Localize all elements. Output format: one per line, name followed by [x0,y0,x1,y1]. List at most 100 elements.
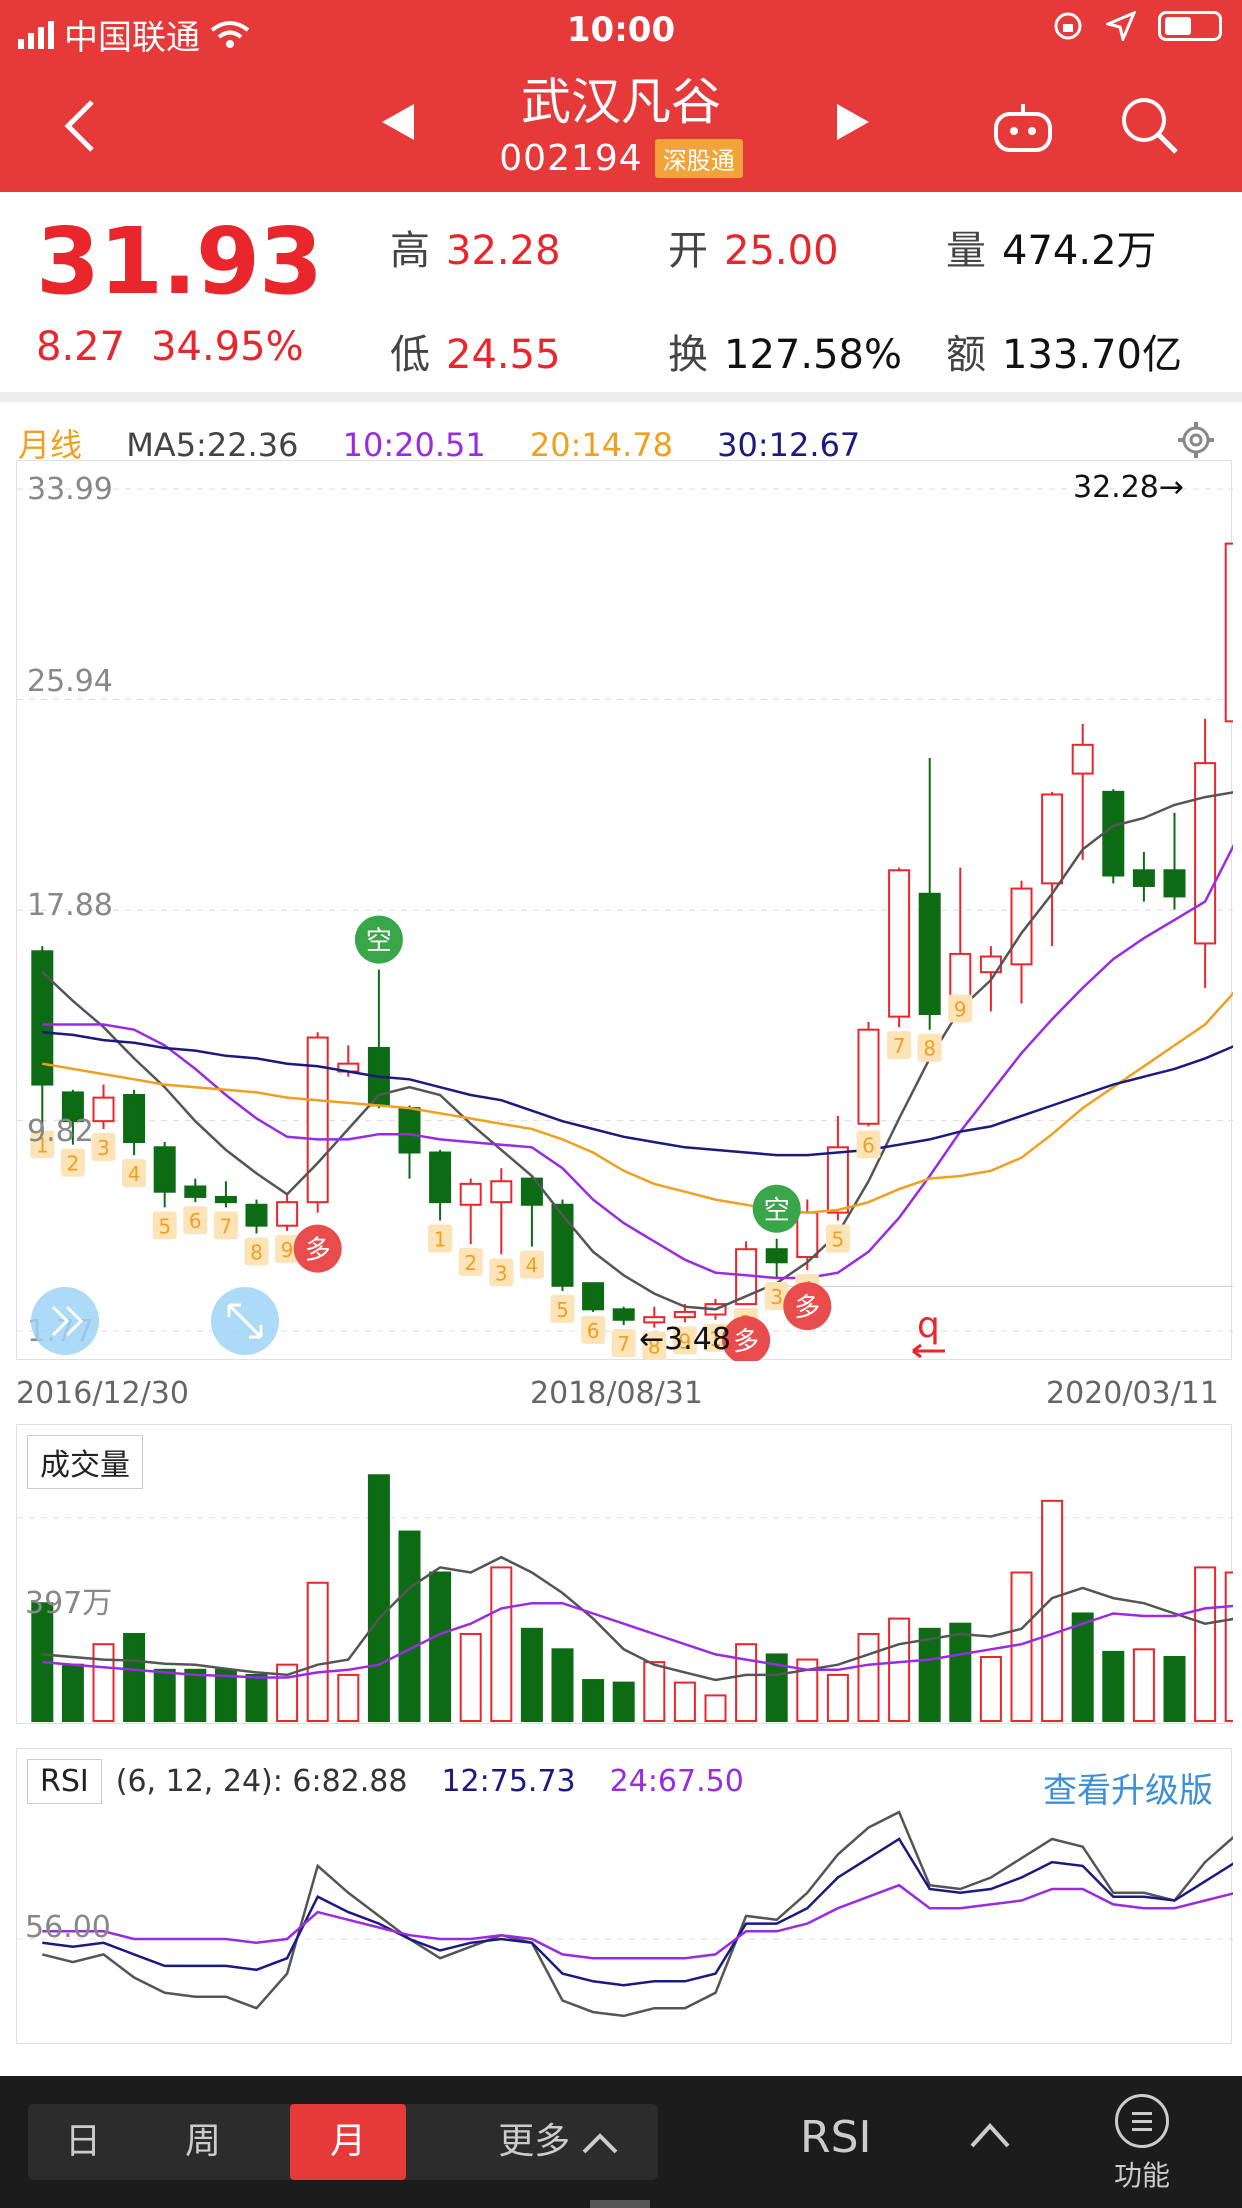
expand-icon[interactable] [211,1287,279,1355]
count-tag-10: 2 [464,1251,477,1275]
date-end: 2020/03/11 [1046,1376,1219,1411]
volume-panel[interactable]: 397万 成交量 [16,1424,1242,1725]
indicator-selector[interactable]: RSI [800,2112,871,2163]
rights-flag-icon[interactable]: q [912,1305,945,1359]
vol-tick: 397万 [25,1586,112,1621]
gear-icon[interactable] [1176,420,1216,460]
kline-svg[interactable]: 123456789123456789123456789 空多多空多 33.99 … [17,461,1242,1365]
vol-bar-15 [490,1566,513,1722]
vol-bar-30 [949,1622,972,1722]
candle-14 [459,1182,482,1206]
vol-bar-29 [918,1627,941,1722]
tab-month[interactable]: 月 [290,2104,406,2180]
vol-bar-36 [1132,1648,1155,1723]
rsi6-value: (6, 12, 24): 6:82.88 [115,1764,408,1799]
chevron-up-icon [582,2133,618,2154]
vol-bar-35 [1102,1650,1125,1723]
vol-bar-12 [398,1530,421,1722]
svg-text:q: q [917,1305,940,1346]
candle-26 [826,1146,849,1214]
count-tag-12: 4 [526,1254,539,1278]
function-label: 功能 [1113,2159,1170,2192]
candle-25 [796,1211,819,1259]
rsi-tick: 56.00 [25,1910,111,1945]
vol-bar-2 [92,1643,115,1722]
fast-forward-icon[interactable] [31,1287,99,1355]
date-start: 2016/12/30 [16,1376,189,1411]
quote-high: 高 32.28 [390,228,561,274]
signal-text-1: 多 [305,1236,331,1266]
vol-bar-34 [1071,1612,1094,1722]
volume-label[interactable]: 成交量 [27,1435,143,1489]
quote-volume: 量 474.2万 [946,228,1157,274]
candle-35 [1102,790,1125,877]
candle-19 [612,1308,635,1321]
candle-15 [490,1180,513,1204]
candle-37 [1163,869,1186,898]
tab-day[interactable]: 日 [28,2104,138,2180]
rsi-line-6 [41,1810,1237,2018]
rotation-lock-icon [1054,12,1082,40]
y-tick-3: 17.88 [27,888,113,923]
indicator-chevron-up-icon[interactable] [970,2122,1010,2148]
count-tag-7: 8 [250,1241,263,1265]
ma20-value: 20:14.78 [529,426,673,464]
count-tag-4: 5 [158,1214,171,1238]
kline-chart[interactable]: 123456789123456789123456789 空多多空多 33.99 … [16,460,1242,1365]
rsi-label[interactable]: RSI [27,1759,102,1804]
candle-13 [429,1151,452,1204]
vol-bar-17 [551,1648,574,1723]
stock-code: 002194 [499,138,643,179]
volume-svg[interactable]: 397万 [17,1425,1242,1725]
candle-24 [765,1248,788,1264]
count-tag-9: 1 [434,1227,447,1251]
quote-turnover: 换 127.58% [668,332,902,378]
max-price-label: 32.28→ [1073,470,1184,505]
rsi12-value: 12:75.73 [441,1764,576,1799]
vol-bar-7 [245,1673,268,1722]
candle-7 [245,1203,268,1227]
upgrade-link[interactable]: 查看升级版 [1043,1763,1213,1812]
stock-header: 武汉凡谷 002194 深股通 [0,60,1242,192]
rsi-line-12 [42,1837,1237,1987]
home-indicator [590,2200,650,2208]
status-bar: 中国联通 10:00 [0,0,1242,60]
y-tick-1: 33.99 [27,472,113,507]
candle-32 [1010,887,1033,966]
vol-bar-32 [1010,1571,1033,1722]
search-icon[interactable] [1118,94,1180,156]
vol-bar-3 [123,1632,146,1723]
location-icon [1106,11,1136,41]
vol-bar-21 [673,1681,696,1723]
count-tag-11: 3 [495,1261,508,1285]
change-value: 8.27 [36,324,126,370]
rsi-panel[interactable]: 56.00 RSI (6, 12, 24): 6:82.88 12:75.73 … [16,1748,1237,2044]
candle-33 [1041,793,1064,885]
min-price-label: ←3.48 [639,1322,731,1357]
vol-bar-13 [429,1571,452,1722]
candle-36 [1132,869,1155,887]
candle-39 [1224,542,1242,723]
robot-icon[interactable] [992,100,1054,156]
candle-12 [398,1107,421,1154]
count-tag-3: 4 [128,1162,141,1186]
candle-38 [1194,762,1217,945]
candle-29 [918,892,941,1016]
vol-bar-18 [582,1679,605,1722]
candle-34 [1071,743,1094,775]
ma-line-30 [42,1031,1237,1157]
tab-more[interactable]: 更多 [468,2104,648,2180]
signal-text-2: 多 [733,1327,759,1357]
rsi24-value: 24:67.50 [609,1764,744,1799]
next-stock-icon[interactable] [835,102,871,142]
candle-5 [184,1185,207,1198]
vol-bar-33 [1041,1499,1064,1722]
function-button[interactable]: 功能 [1112,2094,1172,2194]
period-label[interactable]: 月线 [18,426,82,464]
price-change: 8.27 34.95% [36,324,330,370]
vol-bar-10 [337,1673,360,1722]
count-tag-25: 8 [923,1037,936,1061]
bottom-toolbar: 日 周 月 更多 RSI 功能 [0,2076,1242,2208]
tab-week[interactable]: 周 [148,2104,258,2180]
vol-bar-19 [612,1681,635,1723]
